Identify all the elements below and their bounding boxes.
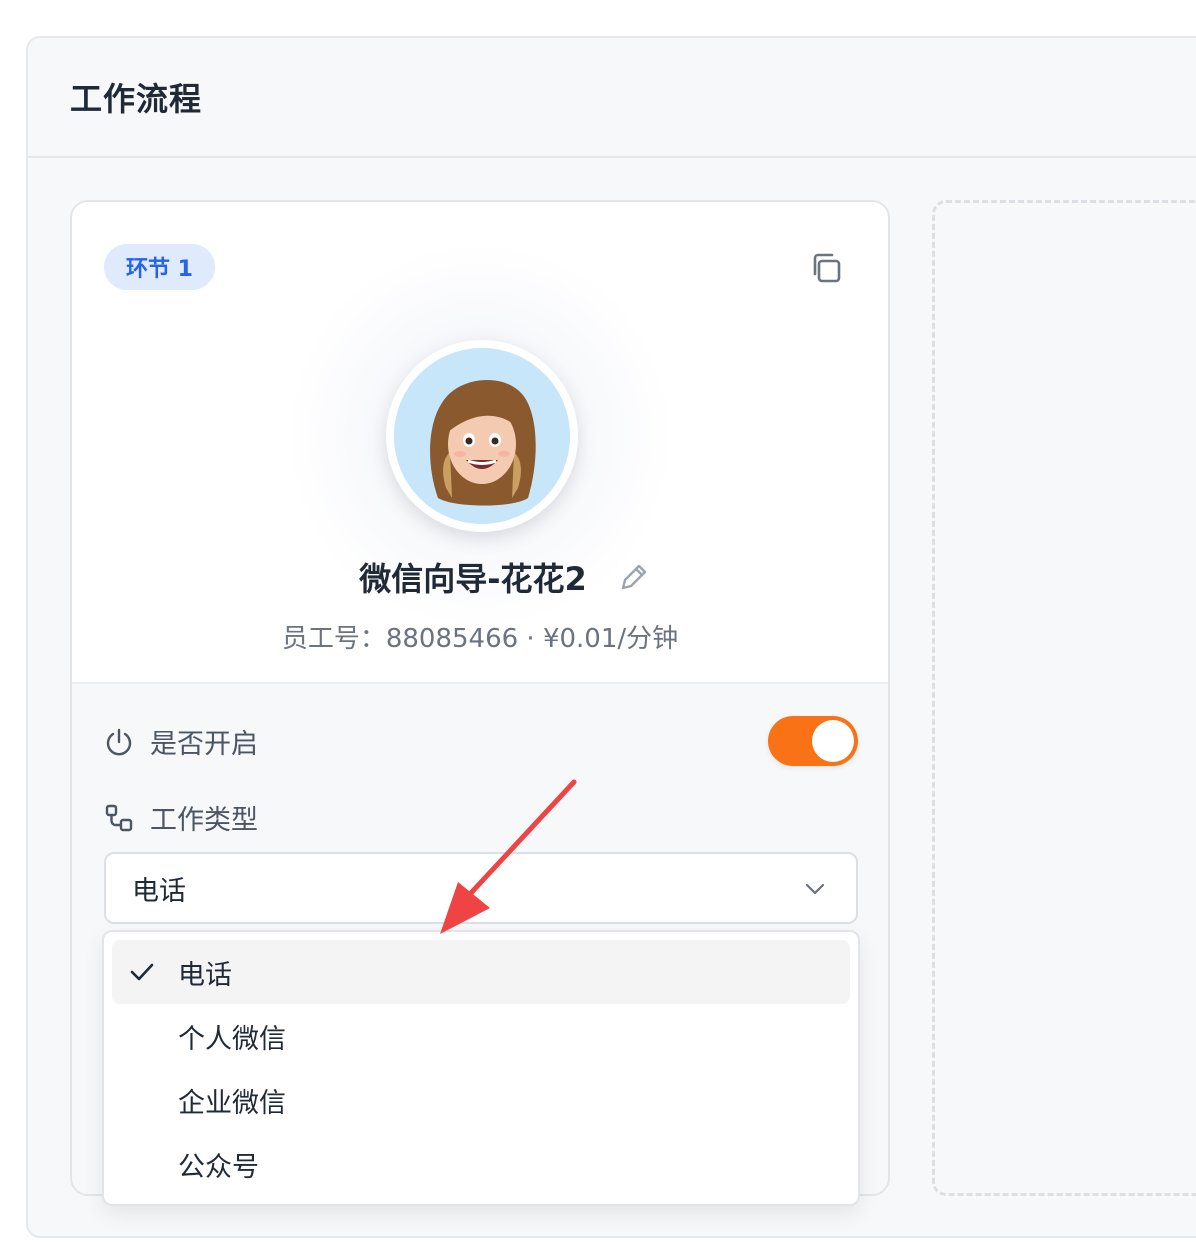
enable-row: 是否开启 [104, 722, 258, 761]
add-step-dropzone[interactable] [932, 200, 1196, 1196]
check-icon [130, 963, 154, 981]
work-type-label: 工作类型 [150, 805, 258, 836]
agent-name: 微信向导-花花2 [359, 560, 587, 598]
option-phone[interactable]: 电话 [112, 940, 850, 1004]
enable-toggle[interactable] [768, 716, 858, 766]
panel-title: 工作流程 [70, 80, 203, 118]
work-type-value: 电话 [132, 875, 186, 907]
workflow-icon [105, 804, 133, 831]
work-type-row: 工作类型 [104, 798, 258, 837]
option-personal-wechat[interactable]: 个人微信 [112, 1004, 850, 1068]
copy-icon[interactable] [806, 248, 846, 288]
option-label: 企业微信 [178, 1087, 286, 1119]
chevron-down-icon [805, 883, 825, 895]
option-official-account[interactable]: 公众号 [112, 1132, 850, 1196]
option-label: 电话 [178, 959, 232, 991]
avatar [386, 340, 578, 532]
option-label: 公众号 [178, 1151, 259, 1183]
step-card-header: 环节 1 微信向导-花花2 员工号：88085466 · ¥0.01/分钟 [72, 202, 888, 684]
enable-label: 是否开启 [150, 729, 258, 760]
pencil-icon[interactable] [617, 560, 651, 594]
work-type-dropdown: 电话 个人微信 企业微信 公众号 [102, 930, 860, 1206]
power-icon [106, 728, 132, 755]
option-label: 个人微信 [178, 1023, 286, 1055]
work-type-select[interactable]: 电话 [104, 852, 858, 924]
step-badge: 环节 1 [104, 244, 215, 290]
option-enterprise-wechat[interactable]: 企业微信 [112, 1068, 850, 1132]
toggle-knob [812, 720, 854, 762]
avatar-image [394, 348, 570, 524]
agent-name-row: 微信向导-花花2 [72, 554, 888, 600]
employee-info: 员工号：88085466 · ¥0.01/分钟 [281, 624, 679, 654]
panel-header: 工作流程 [28, 38, 1196, 158]
